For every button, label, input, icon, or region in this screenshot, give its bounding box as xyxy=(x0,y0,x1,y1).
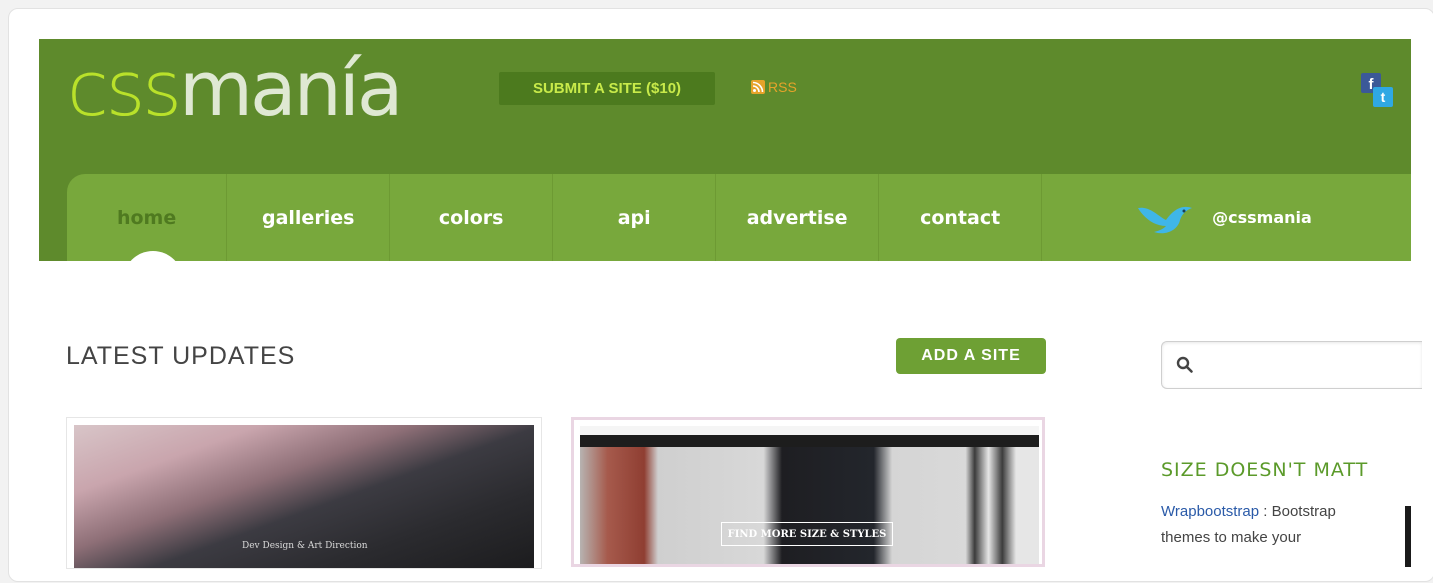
thumbnail-caption: Dev Design & Art Direction xyxy=(242,541,368,551)
nav-item-label: advertise xyxy=(746,206,848,229)
ad-text: Wrapbootstrap : Bootstrap themes to make… xyxy=(1161,499,1401,551)
site-thumbnail[interactable]: Dev Design & Art Direction xyxy=(66,417,542,569)
main-nav: home galleries colors api advertise cont… xyxy=(67,174,1411,281)
ad-text-line-1: : Bootstrap xyxy=(1259,503,1336,520)
thumbnail-topbar xyxy=(580,426,1039,435)
site-header: cssmanía SUBMIT A SITE ($10) RSS f t hom… xyxy=(39,39,1411,281)
rss-link[interactable]: RSS xyxy=(751,79,797,95)
logo-css-text: css xyxy=(67,44,182,133)
nav-item-api[interactable]: api xyxy=(553,174,717,261)
ad-title: SIZE DOESN'T MATT xyxy=(1161,459,1369,481)
nav-item-label: galleries xyxy=(261,206,355,229)
browser-frame: cssmanía SUBMIT A SITE ($10) RSS f t hom… xyxy=(8,8,1433,582)
nav-item-home[interactable]: home xyxy=(67,174,228,281)
thumbnail-caption: FIND MORE SIZE & STYLES xyxy=(721,522,893,546)
search-icon xyxy=(1176,356,1193,373)
nav-item-galleries[interactable]: galleries xyxy=(227,174,391,261)
thumbnail-image xyxy=(580,447,1039,564)
site-thumbnail[interactable]: FIND MORE SIZE & STYLES xyxy=(571,417,1045,567)
add-site-button[interactable]: ADD A SITE xyxy=(896,338,1046,374)
nav-item-label: contact xyxy=(920,206,1001,229)
ad-link[interactable]: Wrapbootstrap xyxy=(1161,503,1259,520)
twitter-icon[interactable]: t xyxy=(1373,87,1393,107)
ad-image-edge xyxy=(1405,506,1411,567)
ad-text-line-2: themes to make your xyxy=(1161,529,1302,546)
twitter-bird-icon xyxy=(1138,206,1193,233)
section-title: LATEST UPDATES xyxy=(66,342,296,370)
logo-mania-text: manía xyxy=(178,44,403,133)
twitter-handle: @cssmania xyxy=(1212,208,1312,227)
cssmania-logo[interactable]: cssmanía xyxy=(67,41,403,137)
thumbnail-navbar xyxy=(580,435,1039,447)
social-links: f t xyxy=(1361,73,1395,111)
rss-icon xyxy=(751,80,765,94)
nav-item-label: home xyxy=(116,206,177,229)
search-box xyxy=(1161,341,1422,389)
nav-item-contact[interactable]: contact xyxy=(879,174,1043,261)
submit-site-button[interactable]: SUBMIT A SITE ($10) xyxy=(499,72,715,105)
rss-label: RSS xyxy=(768,79,797,95)
nav-item-label: api xyxy=(617,206,651,229)
nav-item-colors[interactable]: colors xyxy=(390,174,554,261)
nav-item-label: colors xyxy=(438,206,504,229)
twitter-follow-link[interactable]: @cssmania xyxy=(1042,174,1411,261)
nav-item-advertise[interactable]: advertise xyxy=(716,174,880,261)
search-input[interactable] xyxy=(1202,352,1406,380)
active-indicator xyxy=(123,251,183,281)
